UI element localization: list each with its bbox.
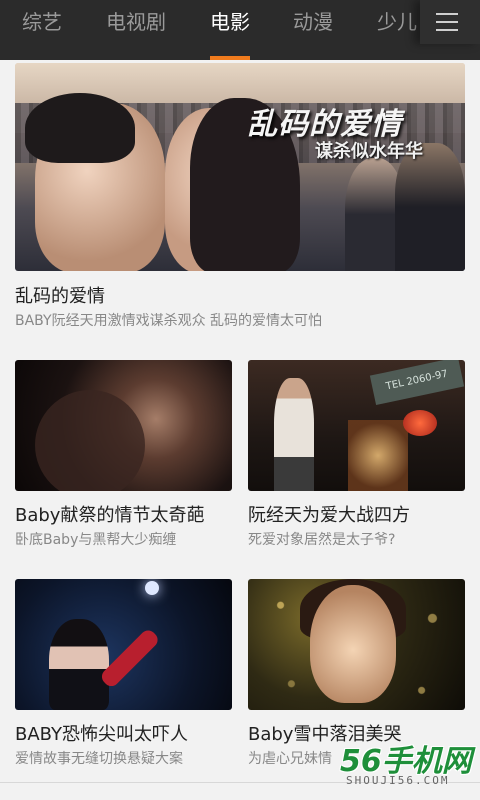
featured-title[interactable]: 乱码的爱情 bbox=[15, 282, 105, 308]
video-subtitle: 死爱对象居然是太子爷? bbox=[248, 532, 396, 548]
tab-kids[interactable]: 少儿 bbox=[377, 0, 417, 60]
movie-feed: 乱码的爱情 谋杀似水年华 乱码的爱情 BABY阮经天用激情戏谋杀观众 乱码的爱情… bbox=[0, 60, 480, 800]
tab-anime[interactable]: 动漫 bbox=[293, 0, 333, 60]
site-watermark: 56手机网 SHOUJI56.COM bbox=[340, 736, 472, 792]
video-title[interactable]: BABY恐怖尖叫太吓人 bbox=[15, 720, 188, 746]
poster-sign-text: TEL 2060-97 bbox=[369, 360, 465, 406]
menu-button[interactable] bbox=[420, 0, 480, 44]
video-thumbnail[interactable] bbox=[248, 579, 465, 710]
poster-subtitle-text: 谋杀似水年华 bbox=[315, 141, 423, 162]
video-subtitle: 爱情故事无缝切换悬疑大案 bbox=[15, 751, 183, 767]
tab-variety[interactable]: 综艺 bbox=[22, 0, 62, 60]
video-subtitle: 为虐心兄妹情 bbox=[248, 751, 332, 767]
video-thumbnail[interactable] bbox=[15, 360, 232, 491]
video-title[interactable]: 阮经天为爱大战四方 bbox=[248, 501, 410, 527]
top-tab-bar: 综艺 电视剧 电影 动漫 少儿 bbox=[0, 0, 480, 60]
featured-poster[interactable]: 乱码的爱情 谋杀似水年华 bbox=[15, 63, 465, 271]
watermark-domain: SHOUJI56.COM bbox=[346, 774, 450, 787]
video-title[interactable]: Baby献祭的情节太奇葩 bbox=[15, 501, 204, 527]
featured-subtitle: BABY阮经天用激情戏谋杀观众 乱码的爱情太可怕 bbox=[15, 313, 323, 329]
category-tabs: 综艺 电视剧 电影 动漫 少儿 bbox=[0, 0, 420, 60]
tab-movies[interactable]: 电影 bbox=[210, 0, 250, 60]
video-thumbnail[interactable]: TEL 2060-97 bbox=[248, 360, 465, 491]
video-thumbnail[interactable] bbox=[15, 579, 232, 710]
tab-tv-series[interactable]: 电视剧 bbox=[106, 0, 166, 60]
video-subtitle: 卧底Baby与黑帮大少痴缠 bbox=[15, 532, 177, 548]
